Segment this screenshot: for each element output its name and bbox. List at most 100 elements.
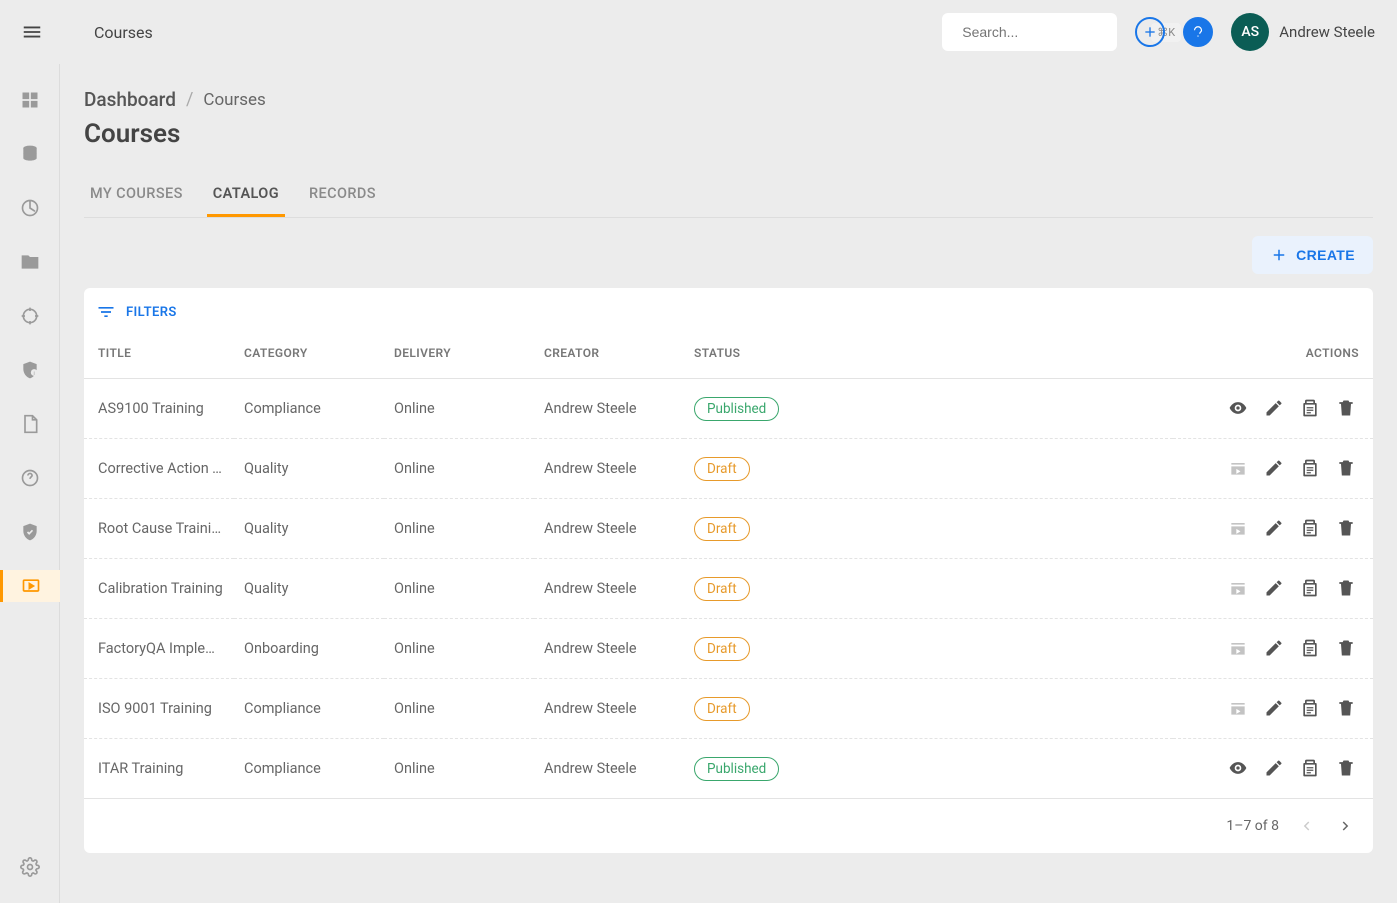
- row-action-view[interactable]: [1225, 395, 1251, 421]
- tabs: MY COURSES CATALOG RECORDS: [84, 175, 1373, 218]
- sidebar-item-data[interactable]: [0, 138, 60, 170]
- col-status[interactable]: STATUS: [684, 328, 1173, 379]
- row-action-edit[interactable]: [1261, 575, 1287, 601]
- cell-actions: [1173, 559, 1373, 619]
- tab-my-courses[interactable]: MY COURSES: [84, 175, 189, 217]
- row-action-edit[interactable]: [1261, 515, 1287, 541]
- sidebar-item-dashboard[interactable]: [0, 84, 60, 116]
- sidebar-item-settings[interactable]: [0, 851, 60, 883]
- edit-icon: [1264, 398, 1284, 418]
- row-action-delete[interactable]: [1333, 515, 1359, 541]
- pagination-range: 1–7 of 8: [1226, 818, 1279, 834]
- row-action-edit[interactable]: [1261, 455, 1287, 481]
- sidebar-item-analytics[interactable]: [0, 192, 60, 224]
- pagination-next[interactable]: [1337, 817, 1359, 835]
- sidebar-item-document[interactable]: [0, 408, 60, 440]
- edit-icon: [1264, 518, 1284, 538]
- row-action-view[interactable]: [1225, 755, 1251, 781]
- row-action-assign[interactable]: [1297, 515, 1323, 541]
- sidebar-item-target[interactable]: [0, 300, 60, 332]
- sidebar-item-help[interactable]: [0, 462, 60, 494]
- avatar[interactable]: AS: [1231, 13, 1269, 51]
- trash-icon: [1336, 698, 1356, 718]
- row-action-publish[interactable]: [1225, 635, 1251, 661]
- clipboard-icon: [1300, 758, 1320, 778]
- col-category[interactable]: CATEGORY: [234, 328, 384, 379]
- question-icon: [1191, 25, 1205, 39]
- row-action-publish[interactable]: [1225, 575, 1251, 601]
- edit-icon: [1264, 638, 1284, 658]
- page-title: Courses: [84, 119, 1373, 149]
- status-badge: Published: [694, 757, 779, 781]
- target-icon: [20, 306, 40, 326]
- cell-title: FactoryQA Impleme…: [84, 619, 234, 679]
- row-action-assign[interactable]: [1297, 695, 1323, 721]
- col-delivery[interactable]: DELIVERY: [384, 328, 534, 379]
- row-action-delete[interactable]: [1333, 395, 1359, 421]
- row-action-publish[interactable]: [1225, 455, 1251, 481]
- cell-actions: [1173, 499, 1373, 559]
- cell-title: Root Cause Training: [84, 499, 234, 559]
- search-box[interactable]: ⌘K: [942, 13, 1117, 51]
- sidebar-item-folder[interactable]: [0, 246, 60, 278]
- clipboard-icon: [1300, 638, 1320, 658]
- database-icon: [20, 144, 40, 164]
- cell-title: ISO 9001 Training: [84, 679, 234, 739]
- col-title[interactable]: TITLE: [84, 328, 234, 379]
- sidebar-item-courses[interactable]: [0, 570, 60, 602]
- col-creator[interactable]: CREATOR: [534, 328, 684, 379]
- row-action-delete[interactable]: [1333, 575, 1359, 601]
- tab-catalog[interactable]: CATALOG: [207, 175, 285, 217]
- row-action-assign[interactable]: [1297, 455, 1323, 481]
- help-button[interactable]: [1183, 17, 1213, 47]
- row-action-edit[interactable]: [1261, 395, 1287, 421]
- add-button[interactable]: [1135, 17, 1165, 47]
- row-action-edit[interactable]: [1261, 695, 1287, 721]
- breadcrumb-current: Courses: [203, 90, 265, 110]
- row-action-publish[interactable]: [1225, 695, 1251, 721]
- cell-title: Corrective Action Tr…: [84, 439, 234, 499]
- filters-label: FILTERS: [126, 305, 177, 320]
- table-row: ITAR TrainingComplianceOnlineAndrew Stee…: [84, 739, 1373, 799]
- publish-icon: [1228, 458, 1248, 478]
- sidebar: i: [0, 64, 60, 903]
- cell-creator: Andrew Steele: [534, 439, 684, 499]
- cell-status: Draft: [684, 499, 1173, 559]
- create-button[interactable]: CREATE: [1252, 236, 1373, 274]
- tab-records[interactable]: RECORDS: [303, 175, 382, 217]
- row-action-assign[interactable]: [1297, 755, 1323, 781]
- trash-icon: [1336, 638, 1356, 658]
- chevron-left-icon: [1297, 817, 1315, 835]
- cell-category: Onboarding: [234, 619, 384, 679]
- row-action-delete[interactable]: [1333, 455, 1359, 481]
- filters-button[interactable]: FILTERS: [84, 288, 1373, 328]
- cell-category: Compliance: [234, 379, 384, 439]
- cell-delivery: Online: [384, 739, 534, 799]
- row-action-assign[interactable]: [1297, 635, 1323, 661]
- cell-creator: Andrew Steele: [534, 499, 684, 559]
- filter-icon: [96, 302, 116, 322]
- cell-creator: Andrew Steele: [534, 619, 684, 679]
- menu-toggle[interactable]: [14, 14, 50, 50]
- row-action-delete[interactable]: [1333, 635, 1359, 661]
- trash-icon: [1336, 578, 1356, 598]
- row-action-edit[interactable]: [1261, 755, 1287, 781]
- search-input[interactable]: [962, 24, 1143, 40]
- cell-actions: [1173, 439, 1373, 499]
- sidebar-item-shield-alert[interactable]: i: [0, 354, 60, 386]
- row-action-delete[interactable]: [1333, 755, 1359, 781]
- row-action-assign[interactable]: [1297, 575, 1323, 601]
- breadcrumb-root[interactable]: Dashboard: [84, 88, 176, 111]
- cell-title: ITAR Training: [84, 739, 234, 799]
- pagination-prev[interactable]: [1297, 817, 1319, 835]
- breadcrumb: Dashboard / Courses: [84, 88, 1373, 111]
- status-badge: Draft: [694, 457, 750, 481]
- user-name: Andrew Steele: [1279, 23, 1375, 41]
- row-action-publish[interactable]: [1225, 515, 1251, 541]
- sidebar-item-shield[interactable]: [0, 516, 60, 548]
- row-action-assign[interactable]: [1297, 395, 1323, 421]
- row-action-edit[interactable]: [1261, 635, 1287, 661]
- shield-check-icon: [20, 522, 40, 542]
- row-action-delete[interactable]: [1333, 695, 1359, 721]
- cell-category: Quality: [234, 439, 384, 499]
